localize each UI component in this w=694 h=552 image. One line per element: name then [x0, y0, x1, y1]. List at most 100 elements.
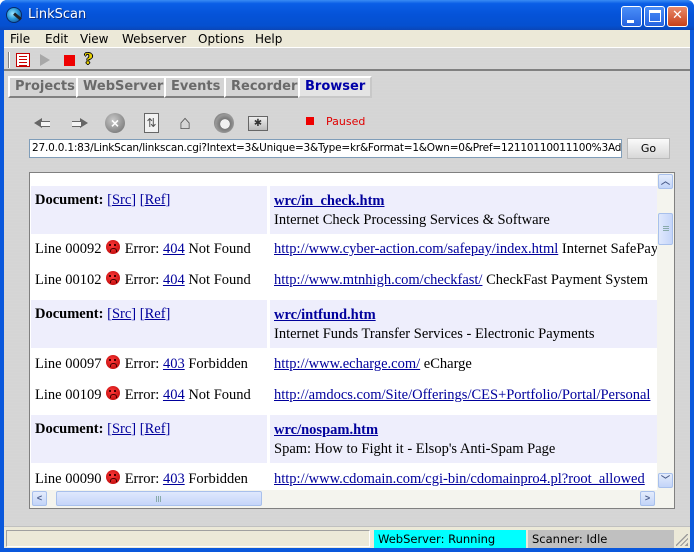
- tab-events[interactable]: Events: [164, 76, 228, 98]
- play-icon[interactable]: [40, 54, 50, 66]
- document-title: Internet Funds Transfer Services - Elect…: [274, 326, 595, 342]
- sad-face-error-icon: [106, 470, 121, 484]
- document-row: Document: [Src] [Ref] wrc/nospam.htm Spa…: [31, 415, 657, 463]
- tab-bar: Projects WebServer Events Recorder Brows…: [4, 73, 690, 101]
- broken-url-link[interactable]: http://www.mtnhigh.com/checkfast/: [274, 272, 482, 288]
- maximize-button[interactable]: [644, 6, 665, 27]
- vertical-scrollbar[interactable]: ︿ ﹀: [657, 173, 674, 490]
- tab-projects[interactable]: Projects: [8, 76, 82, 98]
- menu-webserver[interactable]: Webserver: [122, 32, 186, 46]
- menu-options[interactable]: Options: [198, 32, 244, 46]
- error-code-link[interactable]: 403: [163, 471, 185, 487]
- document-label: Document:: [35, 421, 104, 437]
- broken-url-link[interactable]: http://www.cyber-action.com/safepay/inde…: [274, 241, 558, 257]
- chevron-right-icon: >: [644, 493, 651, 503]
- reload-icon: ⇅: [144, 113, 159, 133]
- document-label: Document:: [35, 306, 104, 322]
- go-button[interactable]: Go: [627, 138, 670, 159]
- reload-button[interactable]: ⇅: [144, 112, 166, 134]
- client-area: File Edit View Webserver Options Help ? …: [4, 30, 690, 548]
- tab-webserver[interactable]: WebServer: [76, 76, 171, 98]
- search-icon[interactable]: [214, 113, 234, 133]
- menu-file[interactable]: File: [10, 32, 30, 46]
- menu-edit[interactable]: Edit: [45, 32, 68, 46]
- title-bar[interactable]: LinkScan ✕: [0, 0, 694, 30]
- ref-link[interactable]: Ref: [145, 421, 166, 437]
- error-row: Line 00102 Error: 404 Not Found http://w…: [31, 265, 657, 296]
- browser-panel: × ⇅ ⌂ ✱ Paused 27.0.0.1:83/LinkScan/link…: [4, 101, 690, 548]
- horizontal-scrollbar[interactable]: < >: [30, 490, 657, 508]
- help-icon[interactable]: ?: [84, 50, 98, 68]
- document-info-cell: wrc/intfund.htm Internet Funds Transfer …: [270, 300, 657, 348]
- document-link[interactable]: wrc/nospam.htm: [274, 422, 378, 439]
- ref-link[interactable]: Ref: [145, 192, 166, 208]
- scroll-down-button[interactable]: ﹀: [658, 473, 673, 488]
- document-label: Document:: [35, 192, 104, 208]
- window-title: LinkScan: [28, 7, 87, 22]
- scanner-status: Scanner: Idle: [528, 530, 674, 548]
- line-number: Line 00097: [35, 356, 102, 372]
- sad-face-error-icon: [106, 355, 121, 369]
- status-bar: WebServer: Running Scanner: Idle: [4, 526, 690, 548]
- line-number: Line 00102: [35, 272, 102, 288]
- report-list-icon[interactable]: [16, 53, 30, 67]
- menu-view[interactable]: View: [80, 32, 108, 46]
- resize-grip[interactable]: [676, 534, 688, 546]
- link-text: Internet SafePay: [561, 241, 657, 257]
- tab-recorder[interactable]: Recorder: [224, 76, 305, 98]
- ref-link[interactable]: Ref: [145, 306, 166, 322]
- chevron-left-icon: <: [36, 493, 43, 503]
- src-link[interactable]: Src: [112, 306, 131, 322]
- back-arrow-icon[interactable]: [32, 112, 54, 134]
- close-button[interactable]: ✕: [667, 6, 688, 27]
- stop-load-icon[interactable]: ×: [105, 113, 125, 133]
- broken-url-link[interactable]: http://www.cdomain.com/cgi-bin/cdomainpr…: [274, 471, 645, 487]
- chevron-down-icon: ﹀: [660, 475, 670, 485]
- scroll-corner: [656, 490, 674, 508]
- error-label: Error:: [124, 241, 160, 257]
- error-row: Line 00109 Error: 404 Not Found http://a…: [31, 380, 657, 411]
- sad-face-error-icon: [106, 240, 121, 254]
- broken-url-link[interactable]: http://amdocs.com/Site/Offerings/CES+Por…: [274, 387, 650, 403]
- document-row: Document: [Src] [Ref] wrc/intfund.htm In…: [31, 300, 657, 348]
- error-code-link[interactable]: 403: [163, 356, 185, 372]
- error-label: Error:: [124, 272, 160, 288]
- report-view: Document: [Src] [Ref] wrc/in_check.htm I…: [29, 172, 675, 509]
- error-code-link[interactable]: 404: [163, 272, 185, 288]
- error-row: Line 00092 Error: 404 Not Found http://w…: [31, 234, 657, 265]
- toolbar-grip[interactable]: [8, 52, 10, 68]
- folder-icon[interactable]: ✱: [248, 116, 268, 131]
- status-message-pane: [6, 530, 370, 547]
- vertical-scroll-thumb[interactable]: [658, 213, 673, 245]
- error-label: Error:: [124, 387, 160, 403]
- url-input[interactable]: 27.0.0.1:83/LinkScan/linkscan.cgi?Intext…: [29, 139, 622, 158]
- main-toolbar: ?: [4, 49, 690, 71]
- app-window: LinkScan ✕ File Edit View Webserver Opti…: [0, 0, 694, 552]
- broken-url-link[interactable]: http://www.echarge.com/: [274, 356, 420, 372]
- error-status: Forbidden: [188, 471, 248, 487]
- error-row: Line 00097 Error: 403 Forbidden http://w…: [31, 349, 657, 380]
- report-document: Document: [Src] [Ref] wrc/in_check.htm I…: [31, 173, 657, 490]
- error-code-link[interactable]: 404: [163, 387, 185, 403]
- grip-icon: [663, 226, 669, 227]
- horizontal-scroll-thumb[interactable]: [56, 491, 262, 506]
- home-icon[interactable]: ⌂: [174, 112, 196, 134]
- scroll-up-button[interactable]: ︿: [658, 174, 673, 189]
- scroll-right-button[interactable]: >: [640, 491, 655, 506]
- forward-arrow-icon[interactable]: [68, 112, 90, 134]
- error-status: Not Found: [188, 241, 251, 257]
- document-link[interactable]: wrc/intfund.htm: [274, 307, 376, 324]
- document-link[interactable]: wrc/in_check.htm: [274, 193, 385, 210]
- minimize-button[interactable]: [621, 6, 642, 27]
- src-link[interactable]: Src: [112, 421, 131, 437]
- stop-scan-icon[interactable]: [64, 55, 75, 66]
- line-number: Line 00092: [35, 241, 102, 257]
- linkscan-app-icon: [6, 7, 22, 23]
- scroll-left-button[interactable]: <: [32, 491, 47, 506]
- menu-help[interactable]: Help: [255, 32, 282, 46]
- document-title: Internet Check Processing Services & Sof…: [274, 212, 550, 228]
- src-link[interactable]: Src: [112, 192, 131, 208]
- error-code-link[interactable]: 404: [163, 241, 185, 257]
- document-label-cell: Document: [Src] [Ref]: [31, 300, 267, 348]
- tab-browser[interactable]: Browser: [298, 76, 373, 98]
